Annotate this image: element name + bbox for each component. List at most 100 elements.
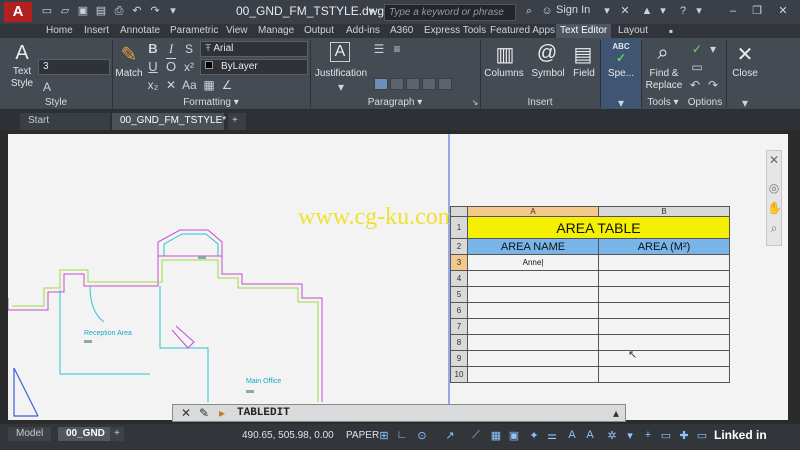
close-icon[interactable]: ✕ <box>179 406 193 420</box>
table-cell[interactable] <box>467 270 599 287</box>
osnap-icon[interactable]: ↗ <box>444 429 456 442</box>
lineweight-icon[interactable]: ⟋ <box>470 429 482 442</box>
snap-icon[interactable]: ∟ <box>396 429 408 441</box>
table-cell[interactable] <box>598 286 730 303</box>
column-title-area[interactable]: AREA (M²) <box>598 238 730 255</box>
search-input[interactable]: Type a keyword or phrase <box>384 4 516 21</box>
chevron-down-icon[interactable]: ▾ <box>600 4 614 18</box>
table-cell[interactable] <box>467 318 599 335</box>
close-chevron-icon[interactable]: ▾ <box>738 96 752 110</box>
table-cell[interactable] <box>598 350 730 367</box>
redo-icon[interactable]: ↷ <box>148 4 162 18</box>
scale-icon[interactable]: ⚌ <box>546 429 558 442</box>
overline-button[interactable]: O <box>164 60 178 74</box>
new-tab-button[interactable]: + <box>228 113 246 130</box>
undo-icon[interactable]: ↶ <box>130 4 144 18</box>
table-title-cell[interactable]: AREA TABLE <box>467 216 730 239</box>
restore-icon[interactable]: ❐ <box>750 4 764 18</box>
line-spacing-icon[interactable]: ≡ <box>390 42 404 56</box>
transparency-icon[interactable]: ▦ <box>490 429 502 442</box>
new-file-icon[interactable]: ▭ <box>40 4 54 18</box>
tab-manage[interactable]: Manage <box>254 24 298 38</box>
menu-chevron-icon[interactable]: ▾ <box>656 4 670 18</box>
clean-screen-icon[interactable]: ▭ <box>696 429 708 442</box>
match-button[interactable]: Match <box>114 68 144 79</box>
superscript-icon[interactable]: x² <box>182 60 196 74</box>
ruler-icon[interactable]: ▭ <box>690 60 704 74</box>
column-header-a[interactable]: A <box>467 206 599 217</box>
row-number[interactable]: 10 <box>450 366 468 383</box>
tab-annotate[interactable]: Annotate <box>116 24 164 38</box>
justify-button[interactable] <box>422 78 436 90</box>
close-editor-button[interactable]: Close <box>728 68 762 79</box>
symbol-button[interactable]: Symbol <box>528 68 568 79</box>
text-style-icon[interactable]: A <box>10 42 34 65</box>
table-cell[interactable] <box>598 254 730 271</box>
ribbon-toggle-icon[interactable]: ▪ <box>664 24 678 38</box>
workspace-icon[interactable]: ✲ <box>606 429 618 442</box>
tab-insert[interactable]: Insert <box>80 24 113 38</box>
bold-button[interactable]: B <box>146 42 160 56</box>
symbol-icon[interactable]: @ <box>536 42 558 65</box>
field-icon[interactable]: ▤ <box>572 42 594 67</box>
tab-express-tools[interactable]: Express Tools <box>420 24 490 38</box>
isolate-icon[interactable]: ▭ <box>660 429 672 442</box>
table-cell[interactable] <box>598 302 730 319</box>
table-cell[interactable] <box>467 334 599 351</box>
grid-icon[interactable]: ⊞ <box>378 429 390 442</box>
text-height-dropdown[interactable]: 3 <box>38 59 110 75</box>
tab-a360[interactable]: A360 <box>386 24 417 38</box>
autoscale-icon[interactable]: A <box>584 429 596 441</box>
tab-home[interactable]: Home <box>42 24 77 38</box>
find-replace-icon[interactable]: ⌕ <box>652 42 674 65</box>
row-number[interactable]: 5 <box>450 286 468 303</box>
table-cell[interactable] <box>598 270 730 287</box>
nav-close-icon[interactable]: ✕ <box>767 153 781 167</box>
table-cell[interactable] <box>467 366 599 383</box>
undo-text-icon[interactable]: ↶ <box>688 78 702 92</box>
justification-chevron-icon[interactable]: ▾ <box>334 80 348 94</box>
justification-icon[interactable]: A <box>330 42 350 62</box>
command-line[interactable]: ✕ ✎ ▸ TABLEDIT ▴ <box>172 404 626 422</box>
area-table[interactable]: A B 1 AREA TABLE 2 AREA NAME AREA (M²) 3… <box>450 206 730 383</box>
row-number[interactable]: 2 <box>450 238 468 255</box>
tab-view[interactable]: View <box>222 24 252 38</box>
wrench-icon[interactable]: ✎ <box>197 406 211 420</box>
command-history-chevron-icon[interactable]: ▴ <box>609 406 623 420</box>
workspace-chevron-icon[interactable]: ▾ <box>624 429 636 442</box>
align-right-button[interactable] <box>406 78 420 90</box>
layout-tab[interactable]: 00_GND <box>58 427 113 441</box>
annotative-toggle-icon[interactable]: A <box>40 80 54 94</box>
plus-icon[interactable]: + <box>642 429 654 441</box>
match-properties-icon[interactable]: ✎ <box>118 42 140 67</box>
color-dropdown[interactable]: ByLayer <box>200 59 308 75</box>
distribute-button[interactable] <box>438 78 452 90</box>
field-button[interactable]: Field <box>568 68 600 79</box>
align-center-button[interactable] <box>390 78 404 90</box>
italic-button[interactable]: I <box>164 42 178 56</box>
help-icon[interactable]: ? <box>676 4 690 18</box>
account-icon[interactable]: ▲ <box>640 4 654 18</box>
row-number[interactable]: 3 <box>450 254 468 271</box>
row-number[interactable]: 4 <box>450 270 468 287</box>
editing-cell[interactable]: Anne| <box>467 254 599 271</box>
table-cell[interactable] <box>598 334 730 351</box>
start-tab[interactable]: Start <box>20 113 110 130</box>
table-cell[interactable] <box>598 318 730 335</box>
row-number[interactable]: 1 <box>450 216 468 239</box>
row-number[interactable]: 6 <box>450 302 468 319</box>
annotation-visibility-icon[interactable]: A <box>566 429 578 441</box>
oblique-angle-icon[interactable]: ∠ <box>220 78 234 92</box>
tab-featured-apps[interactable]: Featured Apps <box>486 24 559 38</box>
pan-icon[interactable]: ✋ <box>767 201 782 215</box>
navigation-bar[interactable]: ✕ ◎ ✋ ⌕ <box>766 150 782 246</box>
customize-toolbar-icon[interactable]: ▾ <box>166 4 180 18</box>
sign-in-link[interactable]: Sign In <box>556 4 590 16</box>
table-cell[interactable] <box>467 350 599 367</box>
exchange-icon[interactable]: ✕ <box>618 4 632 18</box>
row-number[interactable]: 7 <box>450 318 468 335</box>
table-cell[interactable] <box>467 286 599 303</box>
minimize-icon[interactable]: – <box>726 4 740 18</box>
font-dropdown[interactable]: Ŧ Arial <box>200 41 308 57</box>
spell-check-button[interactable]: Spe... <box>602 68 640 79</box>
